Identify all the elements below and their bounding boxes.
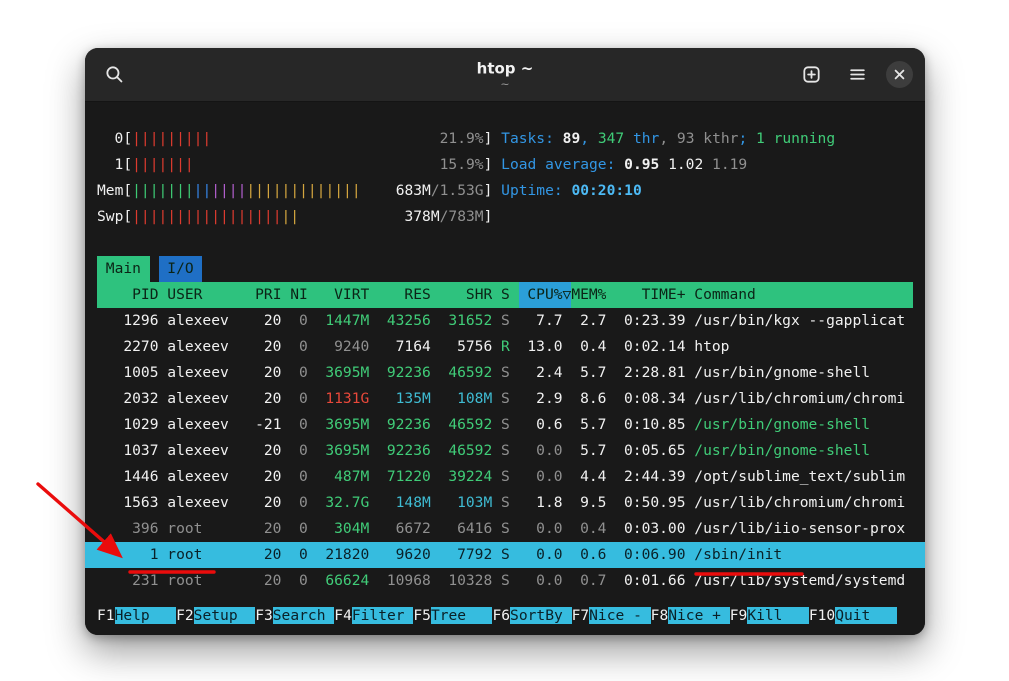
fkey-label: SortBy bbox=[510, 607, 572, 624]
info-tasks: Tasks: 89, 347 thr, 93 kthr; 1 running bbox=[501, 126, 835, 152]
fkey-number: F9 bbox=[730, 607, 748, 624]
window-title-area: htop ~ ~ bbox=[477, 59, 534, 90]
process-row-1296[interactable]: 1296 alexeev 20 0 1447M 43256 31652 S 7.… bbox=[97, 308, 913, 334]
meter-1: 1[|||||||15.9%] bbox=[97, 152, 492, 178]
meter-value: 21.9% bbox=[440, 126, 484, 152]
fkey-label: Search bbox=[273, 607, 335, 624]
system-info: Tasks: 89, 347 thr, 93 kthr; 1 runningLo… bbox=[501, 126, 835, 230]
terminal: 0[|||||||||21.9%]1[|||||||15.9%]Mem[||||… bbox=[85, 102, 925, 635]
close-icon bbox=[893, 68, 906, 81]
fkey-number: F7 bbox=[572, 607, 590, 624]
header-meters-area: 0[|||||||||21.9%]1[|||||||15.9%]Mem[||||… bbox=[97, 126, 913, 230]
sort-indicator: ▽ bbox=[563, 282, 572, 308]
meter-label: 1 bbox=[97, 152, 123, 178]
fkey-filter[interactable]: F4Filter bbox=[334, 603, 413, 629]
column-header-pid[interactable]: PID bbox=[97, 282, 159, 308]
meter-bars: ||||||| bbox=[132, 152, 194, 178]
fkey-setup[interactable]: F2Setup bbox=[176, 603, 255, 629]
fkey-label: Help bbox=[115, 607, 177, 624]
column-header-cpu[interactable]: CPU% bbox=[519, 282, 563, 308]
column-header-s[interactable]: S bbox=[501, 282, 510, 308]
meter-label: Swp bbox=[97, 204, 123, 230]
menu-button[interactable] bbox=[840, 58, 874, 92]
column-header-pri[interactable]: PRI bbox=[255, 282, 281, 308]
fkey-number: F6 bbox=[492, 607, 510, 624]
fkey-kill[interactable]: F9Kill bbox=[730, 603, 809, 629]
meter-swp: Swp[|||||||||||||||||||378M/783M] bbox=[97, 204, 492, 230]
fkey-number: F10 bbox=[809, 607, 835, 624]
process-row-1037[interactable]: 1037 alexeev 20 0 3695M 92236 46592 S 0.… bbox=[97, 438, 913, 464]
fkey-label: Tree bbox=[431, 607, 493, 624]
console-window: htop ~ ~ bbox=[85, 48, 925, 635]
fkey-number: F2 bbox=[176, 607, 194, 624]
process-row-1563[interactable]: 1563 alexeev 20 0 32.7G 148M 103M S 1.8 … bbox=[97, 490, 913, 516]
fkey-label: Nice + bbox=[668, 607, 730, 624]
meter-bars: |||||||||||||||||||||||||| bbox=[132, 178, 360, 204]
fkey-nice-[interactable]: F8Nice + bbox=[651, 603, 730, 629]
process-row-231[interactable]: 231 root 20 0 66624 10968 10328 S 0.0 0.… bbox=[97, 568, 913, 594]
meter-bars: ||||||||||||||||||| bbox=[132, 204, 299, 230]
function-key-bar: F1Help F2Setup F3Search F4Filter F5Tree … bbox=[97, 603, 913, 629]
hamburger-menu-icon bbox=[848, 65, 867, 84]
titlebar: htop ~ ~ bbox=[85, 48, 925, 102]
titlebar-controls bbox=[794, 58, 913, 92]
process-table: PID USER PRI NI VIRT RES SHR S CPU%▽MEM%… bbox=[97, 282, 913, 594]
column-header-shr[interactable]: SHR bbox=[440, 282, 493, 308]
fkey-label: Kill bbox=[747, 607, 809, 624]
tab-main[interactable]: Main bbox=[97, 256, 150, 282]
column-header-mem[interactable]: MEM% bbox=[571, 282, 606, 308]
meter-mem: Mem[||||||||||||||||||||||||||683M/1.53G… bbox=[97, 178, 492, 204]
fkey-sortby[interactable]: F6SortBy bbox=[492, 603, 571, 629]
meter-bars: ||||||||| bbox=[132, 126, 211, 152]
meter-value: 683M/1.53G bbox=[396, 178, 484, 204]
process-row-1029[interactable]: 1029 alexeev -21 0 3695M 92236 46592 S 0… bbox=[97, 412, 913, 438]
meter-value: 378M/783M bbox=[404, 204, 483, 230]
process-row-2270[interactable]: 2270 alexeev 20 0 9240 7164 5756 R 13.0 … bbox=[97, 334, 913, 360]
meter-label: Mem bbox=[97, 178, 123, 204]
fkey-number: F4 bbox=[334, 607, 352, 624]
fkey-help[interactable]: F1Help bbox=[97, 603, 176, 629]
column-header-res[interactable]: RES bbox=[378, 282, 431, 308]
fkey-label: Filter bbox=[352, 607, 414, 624]
column-header-command[interactable]: Command bbox=[694, 282, 756, 308]
fkey-number: F5 bbox=[413, 607, 431, 624]
meter-label: 0 bbox=[97, 126, 123, 152]
column-header-virt[interactable]: VIRT bbox=[317, 282, 370, 308]
fkey-label: Quit bbox=[835, 607, 897, 624]
info-load-average: Load average: 0.95 1.02 1.19 bbox=[501, 152, 835, 178]
fkey-quit[interactable]: F10Quit bbox=[809, 603, 897, 629]
process-row-1446[interactable]: 1446 alexeev 20 0 487M 71220 39224 S 0.0… bbox=[97, 464, 913, 490]
fkey-number: F8 bbox=[651, 607, 669, 624]
search-button[interactable] bbox=[97, 58, 131, 92]
search-icon bbox=[105, 65, 124, 84]
window-subtitle: ~ bbox=[477, 77, 534, 90]
process-row-396[interactable]: 396 root 20 0 304M 6672 6416 S 0.0 0.4 0… bbox=[97, 516, 913, 542]
process-row-1[interactable]: 1 root 20 0 21820 9620 7792 S 0.0 0.6 0:… bbox=[85, 542, 925, 568]
info-uptime: Uptime: 00:20:10 bbox=[501, 178, 835, 204]
meter-value: 15.9% bbox=[440, 152, 484, 178]
meter-0: 0[|||||||||21.9%] bbox=[97, 126, 492, 152]
tab-io[interactable]: I/O bbox=[159, 256, 203, 282]
fkey-label: Setup bbox=[194, 607, 256, 624]
fkey-label: Nice - bbox=[589, 607, 651, 624]
fkey-nice--[interactable]: F7Nice - bbox=[572, 603, 651, 629]
table-header-row: PID USER PRI NI VIRT RES SHR S CPU%▽MEM%… bbox=[97, 282, 913, 308]
column-header-ni[interactable]: NI bbox=[290, 282, 308, 308]
process-row-2032[interactable]: 2032 alexeev 20 0 1131G 135M 108M S 2.9 … bbox=[97, 386, 913, 412]
fkey-number: F3 bbox=[255, 607, 273, 624]
close-button[interactable] bbox=[886, 61, 913, 88]
fkey-search[interactable]: F3Search bbox=[255, 603, 334, 629]
new-tab-icon bbox=[802, 65, 821, 84]
column-header-time[interactable]: TIME+ bbox=[615, 282, 685, 308]
meters: 0[|||||||||21.9%]1[|||||||15.9%]Mem[||||… bbox=[97, 126, 492, 230]
fkey-number: F1 bbox=[97, 607, 115, 624]
process-row-1005[interactable]: 1005 alexeev 20 0 3695M 92236 46592 S 2.… bbox=[97, 360, 913, 386]
window-title: htop ~ bbox=[477, 59, 534, 77]
new-tab-button[interactable] bbox=[794, 58, 828, 92]
screen-tabs: Main I/O bbox=[97, 256, 913, 282]
fkey-tree[interactable]: F5Tree bbox=[413, 603, 492, 629]
column-header-user[interactable]: USER bbox=[167, 282, 246, 308]
blank-line bbox=[97, 230, 913, 256]
